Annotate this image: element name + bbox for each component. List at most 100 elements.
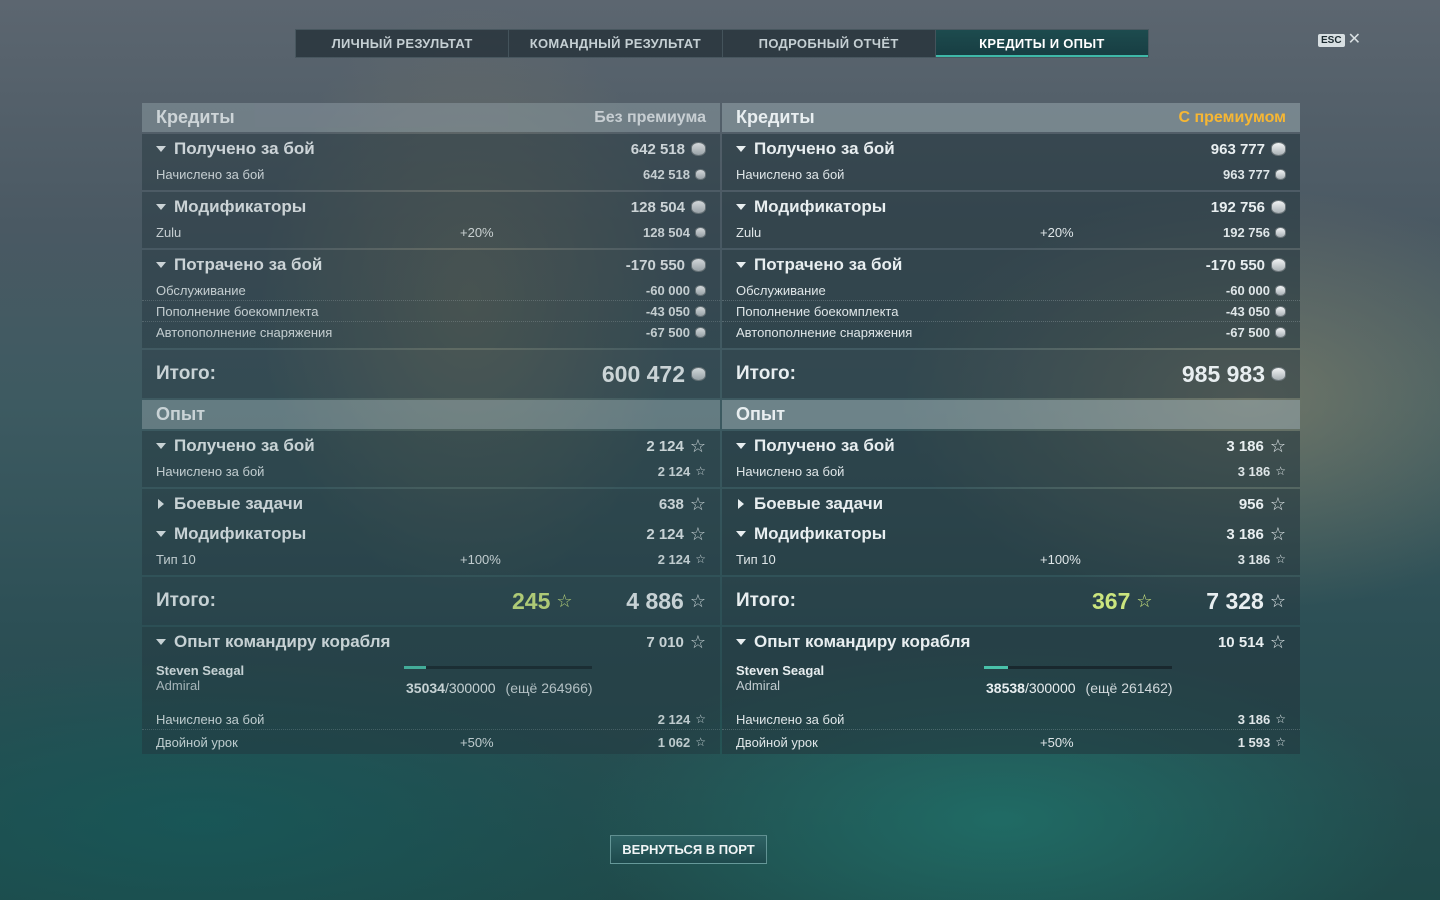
star-icon: ☆ bbox=[689, 494, 706, 514]
xp-earned-block: Получено за бой 2 124 ☆ Начислено за бой … bbox=[142, 431, 720, 487]
credits-title: Кредиты bbox=[156, 107, 235, 127]
missions-row[interactable]: Боевые задачи 956 ☆ bbox=[722, 489, 1300, 519]
credits-mods-row[interactable]: Модификаторы 192 756 bbox=[722, 192, 1300, 222]
missions-row[interactable]: Боевые задачи 638 ☆ bbox=[142, 489, 720, 519]
xp-mods-row[interactable]: Модификаторы 2 124 ☆ bbox=[142, 519, 720, 549]
expand-icon bbox=[736, 146, 746, 152]
account-mode: Без премиума bbox=[594, 108, 706, 126]
commander-xp-row[interactable]: Опыт командиру корабля 10 514 ☆ bbox=[722, 627, 1300, 657]
xp-earned-label: Получено за бой bbox=[754, 436, 895, 455]
credits-spent-block: Потрачено за бой -170 550 Обслуживание -… bbox=[722, 250, 1300, 348]
commander-accrued-value: 3 186 bbox=[1237, 711, 1271, 727]
xp-mod-name: Тип 10 bbox=[736, 551, 776, 567]
commander-xp-row[interactable]: Опыт командиру корабля 7 010 ☆ bbox=[142, 627, 720, 657]
xp-mods-block: Боевые задачи 638 ☆ Модификаторы 2 124 ☆ Т… bbox=[142, 489, 720, 575]
commander-xp-max: /300000 bbox=[444, 680, 496, 696]
xp-mods-row[interactable]: Модификаторы 3 186 ☆ bbox=[722, 519, 1300, 549]
ammo-value: -43 050 bbox=[645, 303, 690, 319]
star-icon: ☆ bbox=[1269, 436, 1286, 456]
supply-value: -67 500 bbox=[1225, 324, 1270, 340]
tab-credits-xp[interactable]: КРЕДИТЫ И ОПЫТ bbox=[935, 30, 1148, 57]
expand-icon bbox=[736, 531, 746, 537]
free-xp-value: 367 bbox=[1092, 587, 1131, 614]
tab-detailed-report[interactable]: ПОДРОБНЫЙ ОТЧЁТ bbox=[723, 30, 936, 57]
xp-mod-row: Тип 10 +100% 2 124 ☆ bbox=[142, 549, 720, 569]
coin-icon bbox=[691, 367, 706, 381]
xp-header: Опыт bbox=[142, 400, 720, 429]
xp-title: Опыт bbox=[156, 404, 206, 424]
tab-personal-result[interactable]: ЛИЧНЫЙ РЕЗУЛЬТАТ bbox=[296, 30, 510, 57]
coin-icon bbox=[1275, 168, 1286, 180]
xp-mods-label: Модификаторы bbox=[754, 524, 887, 543]
commander-progress-bar bbox=[404, 666, 592, 669]
return-to-port-button[interactable]: ВЕРНУТЬСЯ В ПОРТ bbox=[610, 835, 767, 864]
coin-icon bbox=[1271, 200, 1286, 214]
credits-accrued-label: Начислено за бой bbox=[736, 166, 845, 182]
double-lesson-value: 1 062 bbox=[657, 734, 691, 750]
star-icon: ☆ bbox=[689, 591, 706, 611]
missions-label: Боевые задачи bbox=[754, 494, 884, 513]
collapsed-icon bbox=[158, 499, 164, 509]
credits-spent-label: Потрачено за бой bbox=[754, 255, 903, 274]
xp-total-value: 4 886 bbox=[626, 587, 684, 614]
credits-earned-value: 642 518 bbox=[630, 140, 685, 158]
credits-mods-row[interactable]: Модификаторы 128 504 bbox=[142, 192, 720, 222]
xp-earned-row[interactable]: Получено за бой 3 186 ☆ bbox=[722, 431, 1300, 461]
double-lesson-label: Двойной урок bbox=[156, 734, 238, 750]
service-label: Обслуживание bbox=[736, 282, 826, 298]
commander-xp-max: /300000 bbox=[1024, 680, 1076, 696]
star-icon: ☆ bbox=[556, 591, 573, 611]
mod-percent: +20% bbox=[1040, 224, 1074, 240]
credits-mods-label: Модификаторы bbox=[754, 197, 887, 216]
commander-xp-remaining: (ещё 264966) bbox=[505, 680, 593, 696]
commander-xp-label: Опыт командиру корабля bbox=[174, 632, 391, 651]
commander-block: Опыт командиру корабля 10 514 ☆ Steven Se… bbox=[722, 627, 1300, 754]
credits-earned-row[interactable]: Получено за бой 642 518 bbox=[142, 134, 720, 164]
credits-header: Кредиты Без премиума bbox=[142, 103, 720, 132]
commander-progress-bar bbox=[984, 666, 1172, 669]
expand-icon bbox=[156, 262, 166, 268]
coin-icon bbox=[695, 226, 706, 238]
xp-earned-value: 3 186 bbox=[1226, 437, 1264, 455]
star-icon: ☆ bbox=[695, 464, 706, 478]
credits-earned-label: Получено за бой bbox=[754, 139, 895, 158]
xp-earned-row[interactable]: Получено за бой 2 124 ☆ bbox=[142, 431, 720, 461]
credits-total-label: Итого: bbox=[736, 363, 796, 384]
credits-mods-value: 192 756 bbox=[1210, 198, 1265, 216]
service-value: -60 000 bbox=[1225, 282, 1270, 298]
credits-accrued-label: Начислено за бой bbox=[156, 166, 265, 182]
commander-progress-fill bbox=[404, 666, 426, 669]
supply-row: Автопополнение снаряжения -67 500 bbox=[722, 322, 1300, 342]
credits-earned-value: 963 777 bbox=[1210, 140, 1265, 158]
coin-icon bbox=[691, 200, 706, 214]
missions-value: 956 bbox=[1238, 495, 1264, 513]
credits-earned-row[interactable]: Получено за бой 963 777 bbox=[722, 134, 1300, 164]
xp-accrued-label: Начислено за бой bbox=[156, 463, 265, 479]
credits-earned-label: Получено за бой bbox=[174, 139, 315, 158]
credits-spent-value: -170 550 bbox=[625, 256, 685, 274]
mod-value: 192 756 bbox=[1223, 224, 1270, 240]
star-icon: ☆ bbox=[689, 436, 706, 456]
missions-value: 638 bbox=[658, 495, 684, 513]
coin-icon bbox=[1271, 258, 1286, 272]
credits-spent-row[interactable]: Потрачено за бой -170 550 bbox=[722, 250, 1300, 280]
credits-accrued-value: 963 777 bbox=[1223, 166, 1270, 182]
credits-total-row: Итого: 985 983 bbox=[722, 350, 1300, 398]
commander-block: Опыт командиру корабля 7 010 ☆ Steven Sea… bbox=[142, 627, 720, 754]
xp-earned-value: 2 124 bbox=[646, 437, 684, 455]
credits-spent-row[interactable]: Потрачено за бой -170 550 bbox=[142, 250, 720, 280]
close-button[interactable]: ESC ✕ bbox=[1318, 32, 1361, 48]
coin-icon bbox=[695, 305, 706, 317]
xp-total-row: Итого: 245 ☆ 4 886 ☆ bbox=[142, 577, 720, 625]
double-lesson-label: Двойной урок bbox=[736, 734, 818, 750]
tab-team-result[interactable]: КОМАНДНЫЙ РЕЗУЛЬТАТ bbox=[509, 30, 723, 57]
esc-key-label: ESC bbox=[1318, 33, 1345, 47]
star-icon: ☆ bbox=[1275, 552, 1286, 566]
commander-info: Steven Seagal Admiral 35034/300000 (ещё 2… bbox=[142, 657, 720, 709]
double-lesson-percent: +50% bbox=[460, 734, 494, 750]
credits-spent-value: -170 550 bbox=[1205, 256, 1265, 274]
commander-xp-label: Опыт командиру корабля bbox=[754, 632, 971, 651]
expand-icon bbox=[736, 262, 746, 268]
xp-mods-value: 2 124 bbox=[646, 525, 684, 543]
xp-mod-value: 2 124 bbox=[657, 551, 691, 567]
